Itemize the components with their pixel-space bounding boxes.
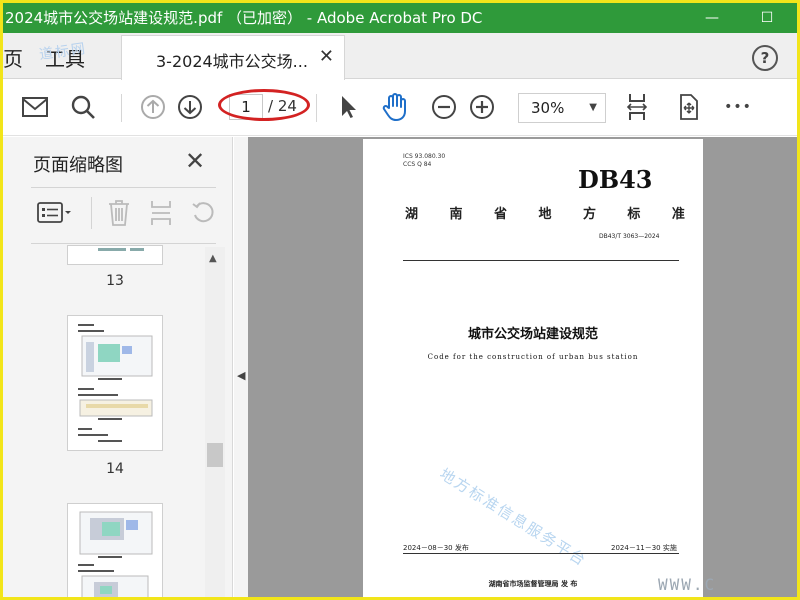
zoom-in-icon[interactable] (467, 92, 497, 122)
maximize-button[interactable]: ☐ (747, 3, 787, 33)
standard-code: DB43/T 3063—2024 (599, 233, 660, 240)
document-title: 城市公交场站建设规范 (467, 327, 598, 342)
hand-tool-icon[interactable] (380, 92, 410, 122)
collapse-arrow-icon[interactable]: ◀ (237, 369, 245, 382)
select-cursor-icon[interactable] (333, 92, 363, 122)
help-button[interactable]: ? (752, 45, 778, 71)
tab-document-label: 3-2024城市公交场... (156, 52, 308, 71)
app-window: 2024城市公交场站建设规范.pdf （已加密） - Adobe Acrobat… (0, 0, 800, 600)
thumbnail-options-button[interactable] (37, 199, 73, 227)
page-watermark: 地方标准信息服务平台 (436, 464, 591, 571)
province-standard-heading: 湖 南 省 地 方 标 准 (405, 203, 685, 222)
thumbnail-page-13[interactable] (67, 245, 163, 265)
tab-close-button[interactable]: ✕ (319, 46, 334, 67)
panel-divider (31, 243, 216, 244)
scrollbar-thumb[interactable] (207, 443, 223, 467)
window-title: 2024城市公交场站建设规范.pdf （已加密） - Adobe Acrobat… (5, 9, 483, 27)
full-screen-icon[interactable] (673, 92, 703, 122)
tab-document[interactable]: 3-2024城市公交场... ✕ (121, 35, 345, 80)
rotate-icon[interactable] (191, 199, 217, 227)
trash-icon[interactable] (107, 199, 131, 227)
chevron-down-icon: ▼ (589, 102, 597, 113)
thumbnail-page-14[interactable] (67, 315, 163, 451)
thumbnail-number: 13 (106, 273, 124, 289)
email-icon[interactable] (20, 92, 50, 122)
page-extract-icon[interactable] (149, 199, 173, 227)
implementation-date: 2024－11－30 实施 (611, 544, 677, 552)
ccs-code: CCS Q 84 (403, 161, 432, 168)
standard-mark: DB43 (578, 165, 653, 194)
issue-date: 2024－08－30 发布 (403, 544, 469, 552)
heading-char: 湖 (405, 207, 419, 222)
thumbnail-scrollbar[interactable]: ▲ (205, 247, 225, 597)
panel-close-button[interactable]: ✕ (185, 147, 205, 175)
site-watermark: WWW.C (658, 575, 717, 594)
minimize-button[interactable]: — (692, 3, 732, 33)
zoom-value: 30% (531, 99, 565, 117)
heading-char: 地 (538, 207, 552, 222)
heading-char: 省 (493, 207, 507, 222)
scroll-up-icon[interactable]: ▲ (209, 253, 217, 264)
toolbar: 1 / 24 30% ▼ ••• (3, 80, 797, 136)
previous-page-icon[interactable] (138, 92, 168, 122)
panel-collapse-strip[interactable]: ◀ (234, 137, 248, 597)
publisher: 湖南省市场监督管理局 发 布 (488, 580, 578, 588)
page-classification: ICS 93.080.30 CCS Q 84 (403, 153, 445, 169)
ics-code: ICS 93.080.30 (403, 153, 446, 160)
document-title-english: Code for the construction of urban bus s… (427, 353, 639, 361)
panel-title: 页面缩略图 (33, 155, 123, 176)
heading-char: 南 (449, 207, 463, 222)
fit-page-icon[interactable] (622, 92, 652, 122)
zoom-select[interactable]: 30% ▼ (518, 93, 606, 123)
highlight-circle (218, 89, 310, 121)
title-bar: 2024城市公交场站建设规范.pdf （已加密） - Adobe Acrobat… (3, 3, 797, 33)
more-tools-icon[interactable]: ••• (723, 92, 753, 122)
toolbar-separator (316, 94, 317, 122)
heading-char: 方 (582, 207, 596, 222)
thumbnail-number: 14 (106, 461, 124, 477)
heading-char: 准 (671, 207, 685, 222)
panel-divider (31, 187, 216, 188)
next-page-icon[interactable] (175, 92, 205, 122)
thumbnail-panel: 页面缩略图 ✕ 13 14 ▲ (3, 137, 233, 597)
page-rule (403, 553, 679, 554)
page-rule (403, 260, 679, 261)
search-icon[interactable] (68, 92, 98, 122)
tab-bar: 页 工具 3-2024城市公交场... ✕ ? (3, 33, 797, 80)
toolbar-separator (121, 94, 122, 122)
thumbnail-page-15[interactable] (67, 503, 163, 597)
panel-tool-separator (91, 197, 92, 229)
zoom-out-icon[interactable] (429, 92, 459, 122)
document-viewer: ICS 93.080.30 CCS Q 84 DB43 湖 南 省 地 方 标 … (248, 137, 797, 597)
pdf-page: ICS 93.080.30 CCS Q 84 DB43 湖 南 省 地 方 标 … (363, 139, 703, 597)
thumbnail-list: 13 14 (31, 245, 203, 597)
heading-char: 标 (627, 207, 641, 222)
tab-home-partial[interactable]: 页 (3, 43, 23, 72)
